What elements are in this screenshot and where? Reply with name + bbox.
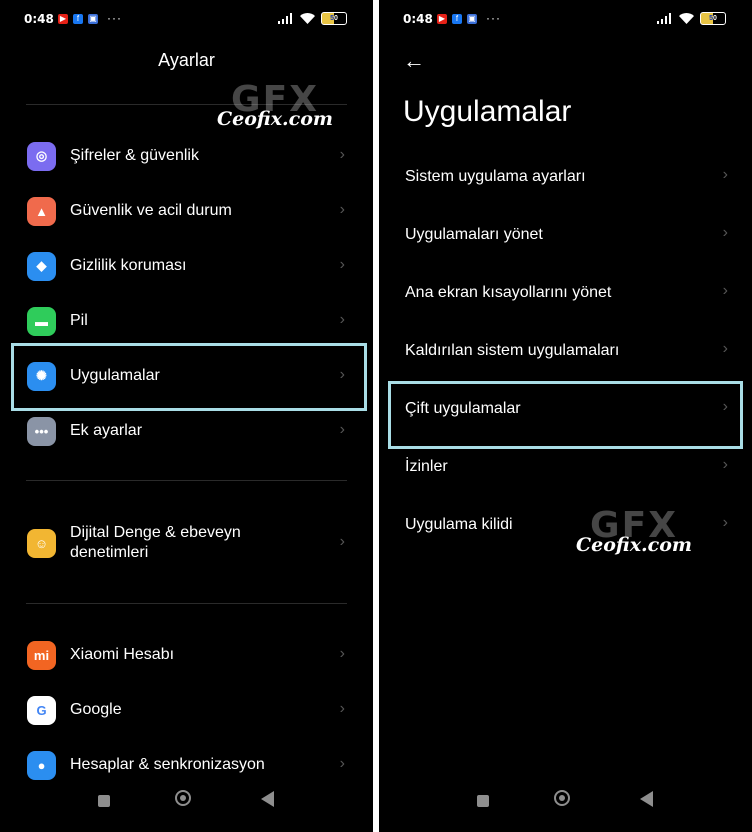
battery-icon: 50 xyxy=(321,12,347,25)
settings-row[interactable]: G Google › xyxy=(0,695,373,725)
selection-highlight xyxy=(11,343,367,411)
settings-row-label: Güvenlik ve acil durum xyxy=(70,202,232,219)
settings-row[interactable]: ☺ Dijital Denge & ebeveyn denetimleri › xyxy=(0,523,373,563)
chevron-right-icon: › xyxy=(722,340,728,357)
apps-option-label: Uygulama kilidi xyxy=(405,516,513,533)
message-icon: ▣ xyxy=(467,14,477,24)
settings-row[interactable]: ••• Ek ayarlar › xyxy=(0,416,373,446)
recent-apps-button[interactable] xyxy=(98,795,110,807)
settings-row[interactable]: ◎ Şifreler & güvenlik › xyxy=(0,141,373,171)
digital-wellbeing-icon: ☺ xyxy=(27,528,56,558)
chevron-right-icon: › xyxy=(339,700,345,717)
chevron-right-icon: › xyxy=(339,201,345,218)
nav-bar xyxy=(379,790,752,814)
emergency-icon: ▲ xyxy=(27,196,56,226)
back-button[interactable] xyxy=(261,791,274,807)
settings-row-label: Gizlilik koruması xyxy=(70,257,187,274)
home-button[interactable] xyxy=(554,790,570,806)
chevron-right-icon: › xyxy=(339,533,345,550)
nav-bar xyxy=(0,790,373,814)
settings-row[interactable]: ● Hesaplar & senkronizasyon › xyxy=(0,750,373,780)
wifi-icon xyxy=(679,13,694,24)
chevron-right-icon: › xyxy=(722,456,728,473)
youtube-icon: ▶ xyxy=(437,14,447,24)
apps-option-label: İzinler xyxy=(405,458,448,475)
apps-option-row[interactable]: İzinler › xyxy=(379,448,752,488)
chevron-right-icon: › xyxy=(339,645,345,662)
settings-row[interactable]: ◆ Gizlilik koruması › xyxy=(0,251,373,281)
status-bar: 0:48 ▶ f ▣ ··· 50 xyxy=(0,10,373,30)
chevron-right-icon: › xyxy=(722,514,728,531)
status-time: 0:48 xyxy=(403,12,433,26)
settings-row[interactable]: ▲ Güvenlik ve acil durum › xyxy=(0,196,373,226)
signal-icon xyxy=(657,13,671,24)
recent-apps-button[interactable] xyxy=(477,795,489,807)
settings-row-label: Şifreler & güvenlik xyxy=(70,147,199,164)
apps-screen: 0:48 ▶ f ▣ ··· 50 ← Uygulamalar Sistem u… xyxy=(379,0,752,832)
chevron-right-icon: › xyxy=(339,755,345,772)
selection-highlight xyxy=(388,381,743,449)
chevron-right-icon: › xyxy=(339,146,345,163)
chevron-right-icon: › xyxy=(339,256,345,273)
apps-option-label: Uygulamaları yönet xyxy=(405,226,543,243)
watermark: GFX Ceofix.com xyxy=(210,82,340,131)
watermark-text: Ceofix.com xyxy=(576,534,692,556)
signal-icon xyxy=(278,13,292,24)
apps-option-row[interactable]: Kaldırılan sistem uygulamaları › xyxy=(379,332,752,372)
watermark-text: Ceofix.com xyxy=(217,108,333,130)
message-icon: ▣ xyxy=(88,14,98,24)
chevron-right-icon: › xyxy=(339,421,345,438)
apps-option-row[interactable]: Ana ekran kısayollarını yönet › xyxy=(379,274,752,314)
battery-icon: 50 xyxy=(700,12,726,25)
youtube-icon: ▶ xyxy=(58,14,68,24)
wifi-icon xyxy=(300,13,315,24)
settings-row-label: Xiaomi Hesabı xyxy=(70,646,175,663)
fingerprint-icon: ◎ xyxy=(27,141,56,171)
facebook-icon: f xyxy=(73,14,83,24)
apps-option-label: Sistem uygulama ayarları xyxy=(405,168,586,185)
settings-row-label: Ek ayarlar xyxy=(70,422,143,439)
settings-row[interactable]: ▬ Pil › xyxy=(0,306,373,336)
settings-row[interactable]: mi Xiaomi Hesabı › xyxy=(0,640,373,670)
apps-option-label: Ana ekran kısayollarını yönet xyxy=(405,284,612,301)
chevron-right-icon: › xyxy=(722,282,728,299)
back-button[interactable] xyxy=(640,791,653,807)
xiaomi-icon: mi xyxy=(27,640,56,670)
chevron-right-icon: › xyxy=(722,166,728,183)
apps-option-row[interactable]: Uygulamaları yönet › xyxy=(379,216,752,256)
page-title: Uygulamalar xyxy=(403,95,572,128)
facebook-icon: f xyxy=(452,14,462,24)
google-icon: G xyxy=(27,695,56,725)
settings-row-label: Pil xyxy=(70,312,88,329)
status-time: 0:48 xyxy=(24,12,54,26)
apps-option-row[interactable]: Sistem uygulama ayarları › xyxy=(379,158,752,198)
chevron-right-icon: › xyxy=(722,224,728,241)
apps-option-label: Kaldırılan sistem uygulamaları xyxy=(405,342,620,359)
page-title: Ayarlar xyxy=(158,50,215,70)
status-bar: 0:48 ▶ f ▣ ··· 50 xyxy=(379,10,752,30)
back-arrow-icon[interactable]: ← xyxy=(403,48,425,74)
chevron-right-icon: › xyxy=(339,311,345,328)
battery-icon: ▬ xyxy=(27,306,56,336)
watermark: GFX Ceofix.com xyxy=(569,508,699,557)
more-dots-icon: ••• xyxy=(27,416,56,446)
home-button[interactable] xyxy=(175,790,191,806)
settings-row-label: Hesaplar & senkronizasyon xyxy=(70,756,265,773)
account-icon: ● xyxy=(27,750,56,780)
privacy-shield-icon: ◆ xyxy=(27,251,56,281)
settings-row-label: Google xyxy=(70,701,122,718)
more-notifications-icon: ··· xyxy=(107,11,122,25)
divider xyxy=(26,480,347,481)
more-notifications-icon: ··· xyxy=(486,11,501,25)
divider xyxy=(26,603,347,604)
settings-row-label: Dijital Denge & ebeveyn denetimleri xyxy=(70,524,241,561)
settings-screen: 0:48 ▶ f ▣ ··· 50 Ayarlar ◎ Şifreler & gü… xyxy=(0,0,373,832)
